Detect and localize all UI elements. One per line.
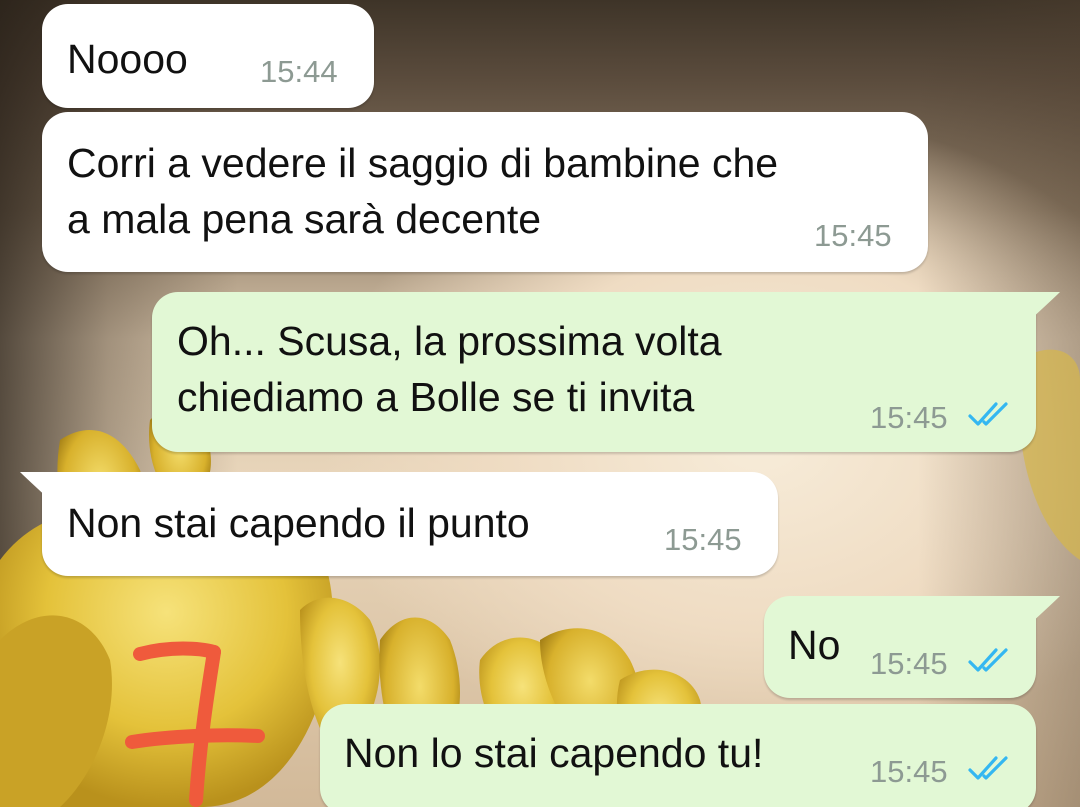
handdrawn-seven-annotation — [125, 641, 265, 807]
message-text: Non stai capendo il punto — [67, 500, 530, 546]
message-text: Non lo stai capendo tu! — [344, 730, 764, 776]
message-timestamp: 15:45 — [664, 522, 742, 557]
read-ticks-icon — [968, 648, 1008, 672]
outgoing-bubble-tail — [1030, 596, 1060, 624]
message-timestamp: 15:45 — [870, 400, 948, 435]
incoming-message[interactable]: Corri a vedere il saggio di bambine che … — [42, 112, 928, 272]
message-text: No — [788, 622, 841, 668]
incoming-message[interactable]: Noooo 15:44 — [42, 4, 374, 108]
message-text-line: chiediamo a Bolle se ti invita — [177, 374, 695, 420]
message-timestamp: 15:45 — [870, 646, 948, 681]
incoming-bubble-tail — [20, 472, 50, 500]
outgoing-message[interactable]: Non lo stai capendo tu! 15:45 — [320, 704, 1036, 807]
message-timestamp: 15:45 — [870, 754, 948, 789]
message-text: Noooo — [67, 36, 188, 82]
read-ticks-icon — [968, 756, 1008, 780]
message-text-line: a mala pena sarà decente — [67, 196, 542, 242]
incoming-message[interactable]: Non stai capendo il punto 15:45 — [42, 472, 778, 576]
outgoing-message[interactable]: No 15:45 — [764, 596, 1036, 698]
outgoing-bubble-tail — [1030, 292, 1060, 320]
message-timestamp: 15:44 — [260, 54, 338, 89]
outgoing-message[interactable]: Oh... Scusa, la prossima volta chiediamo… — [152, 292, 1036, 452]
message-timestamp: 15:45 — [814, 218, 892, 253]
message-text-line: Oh... Scusa, la prossima volta — [177, 318, 722, 364]
message-text-line: Corri a vedere il saggio di bambine che — [67, 140, 779, 186]
read-ticks-icon — [968, 402, 1008, 426]
